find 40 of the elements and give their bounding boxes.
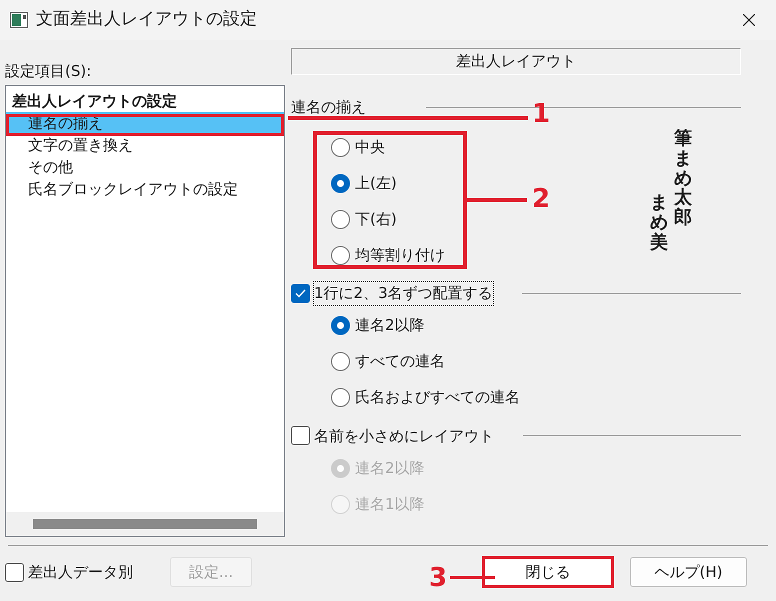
radio-label: 連名2以降 — [355, 315, 425, 336]
preview-name: まめ美 — [650, 193, 668, 252]
radio-label: 上(左) — [355, 172, 397, 194]
check-icon — [295, 288, 306, 298]
app-icon — [10, 12, 28, 28]
scrollbar-thumb[interactable] — [33, 519, 257, 529]
preview-name: 筆まめ太郎 — [674, 129, 692, 228]
radio-button[interactable] — [331, 316, 350, 335]
checkbox-label: 名前を小さめにレイアウト — [313, 426, 495, 446]
radio-button[interactable] — [331, 210, 350, 228]
group-title: 連名の揃え — [291, 96, 366, 118]
list-label: 設定項目(S): — [5, 61, 92, 82]
radio-button[interactable] — [331, 388, 350, 407]
annotation-number: 2 — [532, 186, 550, 212]
radio-button[interactable] — [331, 352, 350, 371]
list-item[interactable]: 氏名ブロックレイアウトの設定 — [6, 178, 284, 200]
radio-button[interactable] — [331, 138, 350, 156]
checkbox-label: 差出人データ別 — [27, 562, 134, 583]
list-item[interactable]: その他 — [6, 156, 284, 178]
radio-label: 中央 — [355, 136, 385, 158]
radio-label: 連名1以降 — [355, 494, 425, 515]
radio-button[interactable] — [331, 174, 350, 192]
radio-button[interactable] — [331, 246, 350, 264]
radio-label: 下(右) — [355, 208, 397, 230]
radio-label: 連名2以降 — [355, 458, 425, 479]
checkbox[interactable] — [5, 562, 24, 582]
checkbox[interactable] — [291, 284, 310, 303]
annotation-number: 3 — [429, 565, 448, 591]
annotation-number: 1 — [532, 101, 550, 127]
radio-label: すべての連名 — [355, 351, 445, 372]
radio-label: 均等割り付け — [355, 244, 445, 266]
checkbox-label: 1行に2、3名ずつ配置する — [313, 281, 494, 306]
close-button[interactable]: 閉じる — [482, 556, 614, 588]
help-button[interactable]: ヘルプ(H) — [630, 557, 747, 587]
leader-line — [450, 576, 495, 579]
window-title: 文面差出人レイアウトの設定 — [36, 8, 257, 32]
list-item[interactable]: 文字の置き換え — [6, 134, 284, 156]
panel-header: 差出人レイアウト — [291, 48, 741, 75]
radio-label: 氏名およびすべての連名 — [355, 387, 520, 408]
list-item[interactable]: 差出人レイアウトの設定 — [6, 90, 284, 112]
